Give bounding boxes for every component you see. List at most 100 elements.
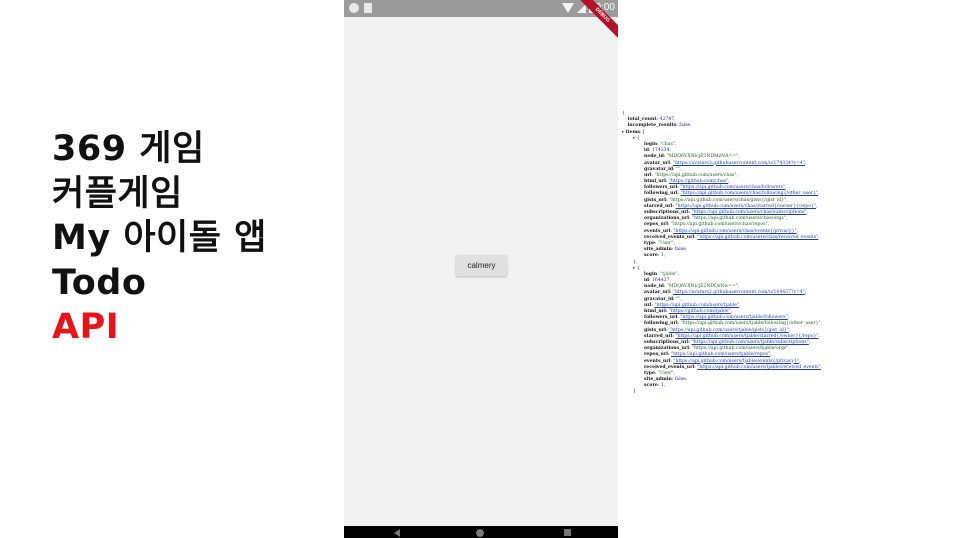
json-key: events_url (644, 228, 671, 234)
json-key: avatar_url (644, 160, 670, 166)
json-key: score (644, 253, 658, 259)
settings-notification-icon (349, 3, 359, 13)
json-key: incomplete_results (627, 123, 677, 129)
json-url-link[interactable]: "https://github.com/tjable" (669, 309, 731, 314)
json-bracket: { (636, 135, 640, 141)
json-url-link[interactable]: "https://api.github.com/users/tjable" (655, 303, 740, 308)
json-value: "" (676, 296, 681, 302)
json-key: id (644, 148, 649, 154)
json-url-link[interactable]: "https://api.github.com/users/tjable/sub… (692, 340, 809, 345)
json-key: url (644, 302, 652, 308)
json-key: starred_url (644, 203, 673, 209)
json-key: gravatar_id (644, 296, 674, 302)
json-value: "tjable" (660, 271, 678, 277)
json-key: gists_url (644, 327, 667, 333)
json-key: avatar_url (644, 290, 670, 296)
json-value: "" (676, 166, 681, 172)
json-value: "https://api.github.com/users/chas/gists… (669, 197, 787, 203)
json-key: site_admin (644, 377, 672, 383)
json-url-link[interactable]: "https://api.github.com/users/tjable/gis… (669, 328, 789, 333)
collapse-toggle-icon[interactable]: ▸ (633, 266, 635, 271)
title-api: API (52, 307, 120, 347)
json-url-link[interactable]: "https://api.github.com/users/tjable/fol… (680, 315, 787, 320)
json-value: "User" (657, 370, 674, 376)
json-url-link[interactable]: "https://api.github.com/users/chas/subsc… (692, 210, 807, 215)
phone-emulator: 10:00 DEBUG calmery (344, 0, 618, 538)
json-key: subscriptions_url (644, 339, 689, 345)
json-key: organizations_url (644, 346, 690, 352)
json-key: items (625, 129, 641, 135)
json-key: followers_url (644, 315, 678, 321)
json-key: organizations_url (644, 216, 690, 222)
json-value: "https://api.github.com/users/chas" (654, 172, 737, 178)
json-key: login (644, 141, 658, 147)
json-url-link[interactable]: "https://api.github.com/users/tjable/sta… (675, 334, 818, 339)
json-key: followers_url (644, 185, 678, 191)
json-key: repos_url (644, 222, 669, 228)
json-key: total_count (627, 117, 657, 123)
json-bracket: } (633, 389, 636, 395)
collapse-toggle-icon[interactable]: ▸ (622, 130, 624, 135)
json-url-link[interactable]: "https://api.github.com/users/chas/follo… (681, 191, 818, 196)
json-value: "MDQ6VXNlcjE3NDMzNA==" (666, 154, 739, 160)
json-key: html_url (644, 309, 666, 314)
json-value: [ (643, 129, 645, 135)
json-key: gists_url (644, 197, 667, 203)
wifi-icon (562, 3, 574, 13)
json-value: 1 (660, 253, 664, 259)
collapse-toggle-icon[interactable]: ▸ (633, 136, 635, 141)
home-icon[interactable] (476, 529, 484, 537)
json-key: url (644, 172, 652, 178)
json-value: "MDQ6VXNlcjE2NDQzNw==" (666, 284, 739, 290)
json-value: "https://api.github.com/users/chas/orgs" (692, 216, 786, 222)
json-key: starred_url (644, 333, 673, 339)
sd-card-icon (364, 3, 372, 13)
json-bracket: { (636, 265, 640, 271)
json-url-link[interactable]: "https://api.github.com/users/chas/follo… (680, 185, 785, 190)
json-url-link[interactable]: "https://avatars2.githubusercontent.com/… (673, 290, 805, 295)
json-url-link[interactable]: "https://api.github.com/users/chas/starr… (675, 204, 816, 209)
json-key: received_events_url (644, 234, 695, 240)
json-url-link[interactable]: "https://api.github.com/users/chas/recei… (697, 235, 818, 240)
android-nav-bar (344, 526, 618, 538)
json-value: "https://api.github.com/users/chas/repos… (671, 222, 768, 228)
json-line: } (622, 389, 956, 395)
json-key: following_url (644, 321, 678, 327)
json-url-link[interactable]: "https://api.github.com/users/tjable/eve… (673, 359, 799, 364)
json-key: events_url (644, 358, 671, 364)
json-key: type (644, 240, 655, 246)
json-key: site_admin (644, 247, 672, 253)
json-key: gravatar_id (644, 166, 674, 172)
back-icon[interactable] (394, 529, 400, 537)
json-key: repos_url (644, 352, 669, 358)
json-url-link[interactable]: "https://api.github.com/users/tjable/rep… (671, 352, 770, 357)
json-url-link[interactable]: "https://api.github.com/users/tjable/rec… (697, 365, 820, 370)
status-bar: 10:00 (344, 0, 618, 17)
json-url-link[interactable]: "https://api.github.com/users/chas/event… (673, 229, 796, 234)
json-response-viewer: {total_count: 42747, incomplete_results: … (622, 111, 956, 436)
json-value: "https://api.github.com/users/tjable/org… (692, 346, 789, 352)
json-key: score (644, 383, 658, 389)
json-value: false (674, 247, 686, 253)
json-value: "User" (657, 240, 674, 246)
json-value: 1 (660, 383, 664, 389)
title-couple-game: 커플게임 (52, 173, 183, 214)
json-url-link[interactable]: "https://github.com/chas" (669, 179, 728, 184)
json-value: false (679, 123, 691, 129)
json-key: subscriptions_url (644, 210, 689, 215)
json-url-link[interactable]: "https://avatars3.githubusercontent.com/… (673, 161, 805, 166)
json-key: following_url (644, 191, 678, 197)
recent-apps-icon[interactable] (564, 529, 571, 536)
json-key: node_id (644, 154, 664, 160)
json-key: login (644, 271, 658, 277)
json-value: false (674, 377, 686, 383)
calmery-button[interactable]: calmery (456, 255, 507, 276)
json-bracket: }, (633, 259, 638, 265)
json-value: "chas" (660, 141, 675, 147)
json-key: node_id (644, 284, 664, 290)
json-key: received_events_url (644, 364, 695, 370)
title-todo: Todo (52, 262, 147, 303)
json-bracket: { (622, 111, 625, 116)
json-value: 174334 (651, 148, 670, 154)
json-value: 164437 (651, 278, 670, 284)
